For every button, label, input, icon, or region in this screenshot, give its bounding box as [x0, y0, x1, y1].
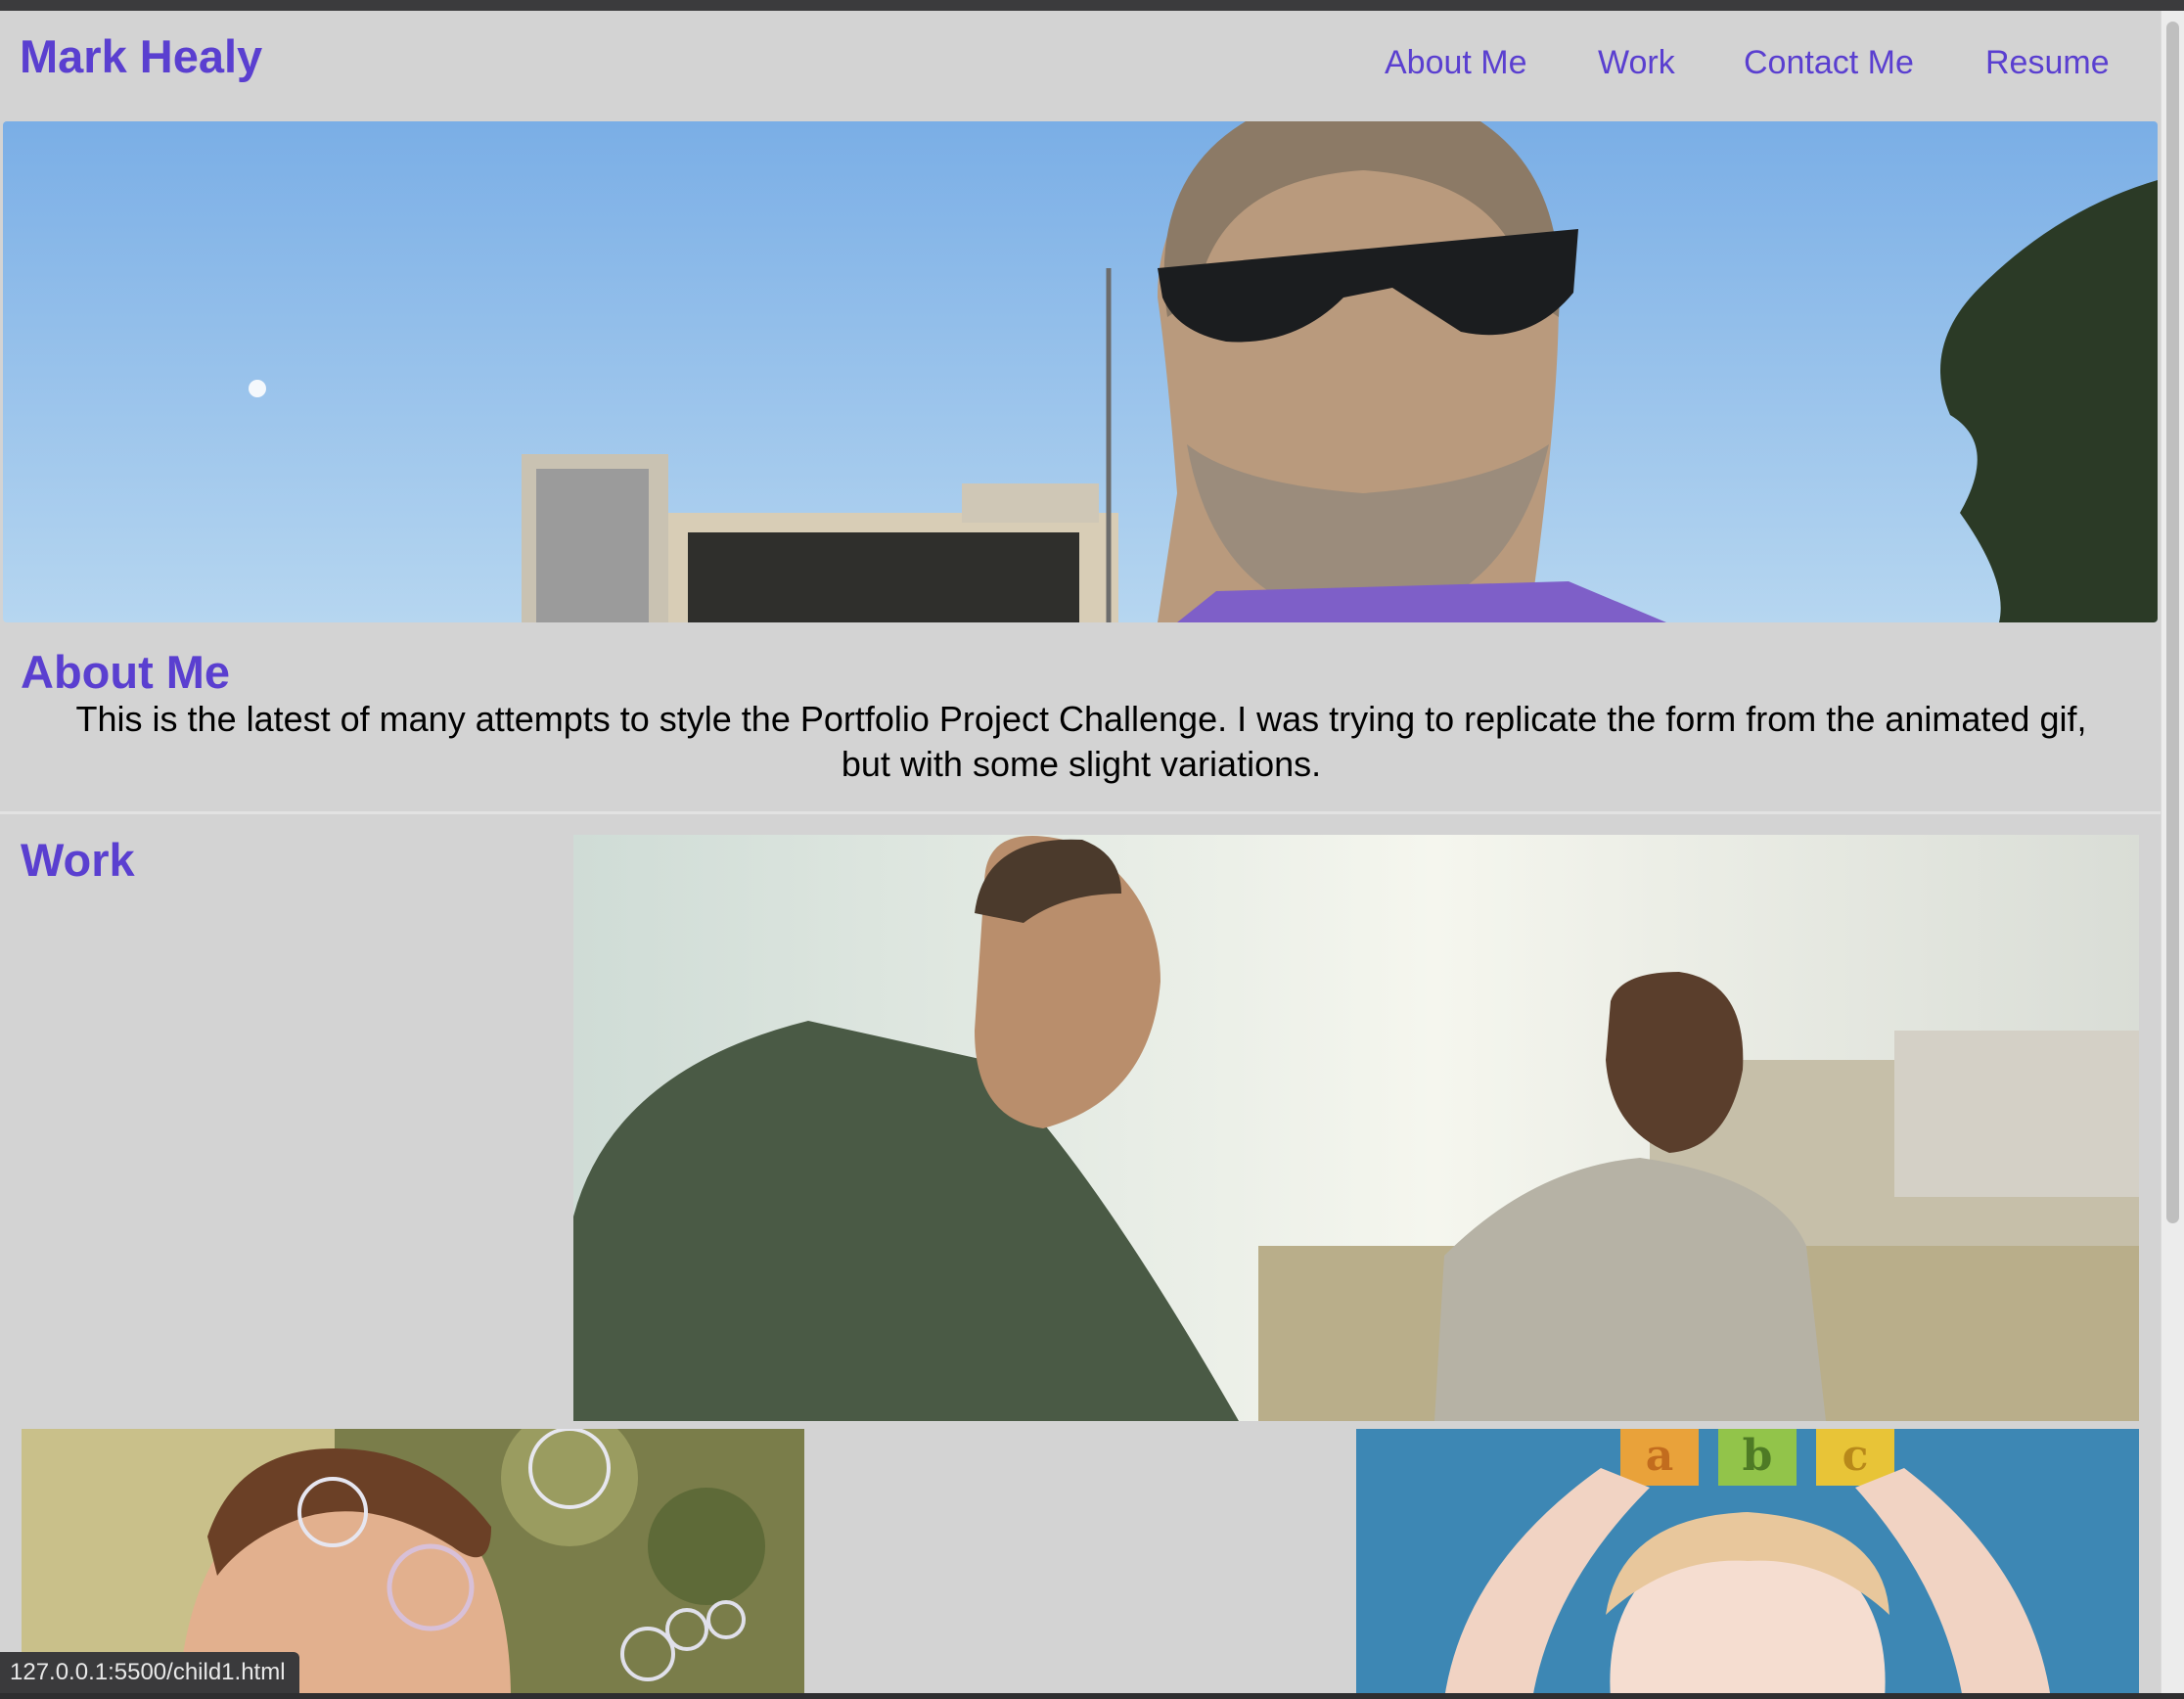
work-image-blocks[interactable]: a b c: [1356, 1429, 2139, 1699]
nav-link-contact-me[interactable]: Contact Me: [1744, 43, 1914, 83]
svg-text:a: a: [1646, 1431, 1674, 1481]
scrollbar-thumb[interactable]: [2166, 22, 2179, 1223]
nav-link-work[interactable]: Work: [1598, 43, 1675, 83]
nav-link-resume[interactable]: Resume: [1985, 43, 2110, 83]
status-bar-url: 127.0.0.1:5500/child1.html: [0, 1652, 299, 1693]
svg-text:c: c: [1843, 1431, 1869, 1481]
browser-top-edge: [0, 0, 2184, 11]
svg-text:b: b: [1743, 1431, 1773, 1481]
about-text: This is the latest of many attempts to s…: [75, 699, 2087, 784]
hero-image: [3, 121, 2158, 622]
about-section: About Me This is the latest of many atte…: [0, 623, 2161, 814]
browser-bottom-edge: [0, 1693, 2184, 1699]
about-heading: About Me: [21, 646, 231, 698]
site-header: Mark Healy About Me Work Contact Me Resu…: [0, 11, 2161, 120]
work-image-runners[interactable]: [573, 835, 2139, 1421]
site-brand[interactable]: Mark Healy: [20, 29, 262, 84]
work-heading: Work: [21, 834, 135, 886]
nav-link-about-me[interactable]: About Me: [1385, 43, 1527, 83]
